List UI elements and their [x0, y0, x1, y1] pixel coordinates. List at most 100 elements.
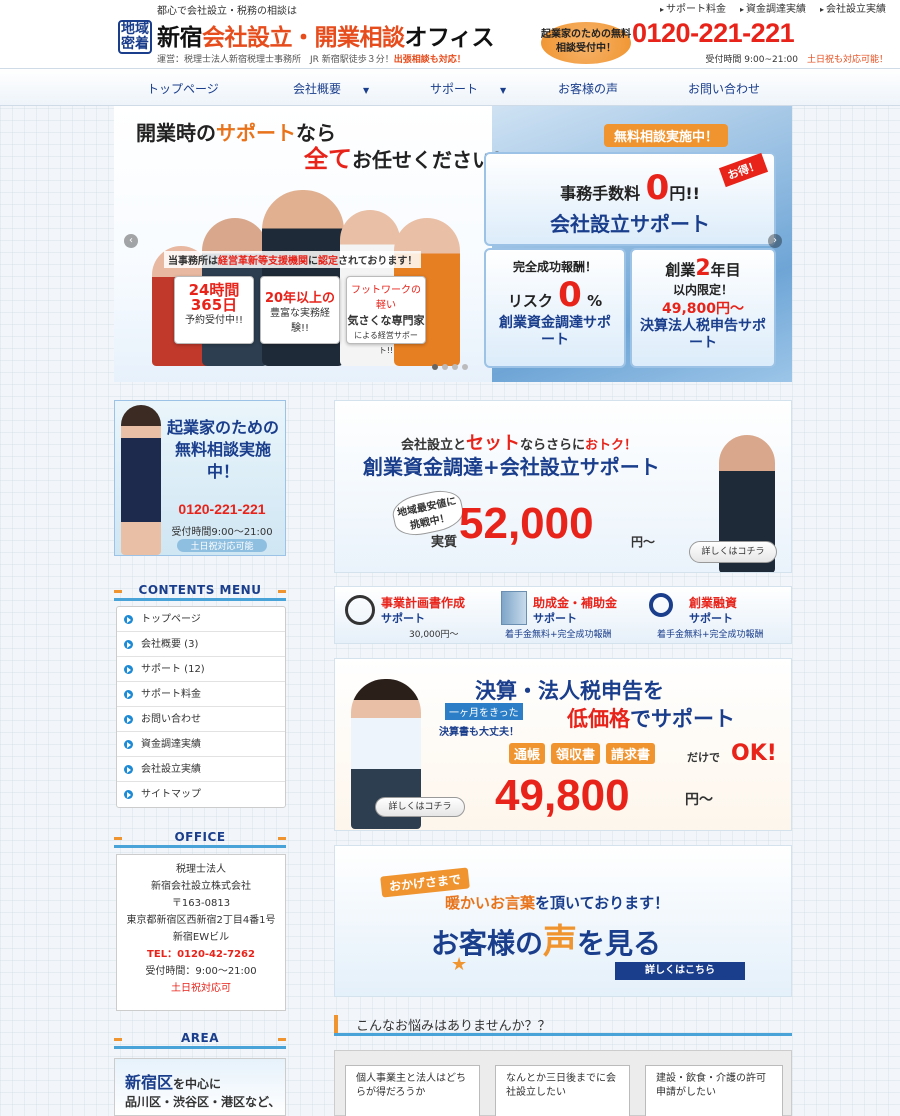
nav-voices[interactable]: お客様の声: [558, 80, 618, 97]
risk-unit: %: [587, 292, 603, 310]
area-text: を中心に: [173, 1077, 222, 1091]
risk-value: 0: [558, 275, 582, 315]
hero-headline-text: 開業時の: [136, 121, 216, 145]
banner1-price: 52,000: [459, 499, 594, 548]
banner1-real: 実質: [431, 535, 458, 550]
area-line: 新宿区を中心に: [125, 1069, 285, 1093]
tax-support-label: 決算法人税申告サポート: [640, 318, 766, 351]
woman-photo: [121, 405, 161, 555]
menu-item-funding[interactable]: 資金調達実績: [117, 732, 285, 757]
top-link-funding[interactable]: 資金調達実績: [740, 0, 806, 15]
service-title[interactable]: 事業計画書作成: [381, 594, 465, 611]
menu-item-contact[interactable]: お問い合わせ: [117, 707, 285, 732]
site-title-part: オフィス: [404, 25, 495, 51]
doc-tag: 通帳: [509, 743, 546, 764]
voices-line: 暖かいお言葉を頂いております！: [445, 892, 669, 913]
hero-headline-accent: サポート: [216, 121, 296, 145]
menu-item-sitemap[interactable]: サイトマップ: [117, 782, 285, 807]
feature-card-24h: 24時間 365日 予約受付中!!: [174, 276, 254, 344]
card-line: 予約受付中!!: [184, 315, 244, 326]
sidebar-consult-banner[interactable]: 起業家のための無料相談実施中！ 0120-221-221 受付時間9:00〜21…: [114, 400, 286, 556]
consult-bubble: 起業家のための無料相談受付中！: [541, 22, 631, 64]
header-hours: 受付時間 9:00~21:00 土日祝も対応可能！: [705, 52, 888, 65]
service-title[interactable]: 助成金・補助金: [533, 594, 617, 611]
office-box: 税理士法人 新宿会社設立株式会社 〒163-0813 東京都新宿区西新宿2丁目4…: [116, 854, 286, 1011]
voices-banner[interactable]: おかげさまで 暖かいお言葉を頂いております！ お客様の声を見る ★ 詳しくはこち…: [334, 845, 792, 997]
hero-headline-line2: 全てお任せください！: [136, 145, 512, 173]
area-highlight: 新宿区: [125, 1073, 174, 1092]
cert-text: 当事務所は: [168, 256, 218, 267]
card-line: 20年以上の: [264, 291, 336, 306]
hero-headline: 開業時のサポートなら 全てお任せください！: [136, 120, 512, 173]
year-label: 年目: [710, 261, 741, 279]
worries-title: こんなお悩みはありませんか？？: [334, 1015, 792, 1035]
fee-value: 0: [645, 168, 670, 208]
menu-item-top[interactable]: トップページ: [117, 607, 285, 632]
star-icon: ★: [451, 954, 468, 975]
top-link-fees[interactable]: サポート料金: [660, 0, 726, 15]
menu-item-fees[interactable]: サポート料金: [117, 682, 285, 707]
fee-label: 事務手数料: [560, 184, 641, 203]
hero-slider[interactable]: 開業時のサポートなら 全てお任せください！ 当事務所は経営革新等支援機関に認定さ…: [114, 106, 792, 382]
slider-dot[interactable]: [452, 364, 458, 370]
tax-only: だけで: [687, 751, 720, 764]
local-badge: 地域密着: [118, 20, 152, 54]
tax-banner[interactable]: 決算・法人税申告を 低価格でサポート 一ヶ月をきった 決算書も大丈夫！ 通帳 領…: [334, 658, 792, 831]
tax-month2: 決算書も大丈夫！: [439, 727, 519, 738]
tax-detail-button[interactable]: 詳しくはコチラ: [375, 797, 465, 817]
worry-card[interactable]: なんとか三日後までに会社設立したい: [495, 1065, 630, 1116]
header-phone[interactable]: 0120-221-221: [632, 18, 795, 49]
card-line: 365日: [190, 296, 238, 314]
slider-dot[interactable]: [432, 364, 438, 370]
free-consult-tag: 無料相談実施中！: [604, 124, 729, 147]
menu-item-support[interactable]: サポート (12): [117, 657, 285, 682]
slider-dot[interactable]: [442, 364, 448, 370]
cert-text: に: [308, 256, 318, 267]
nav-support[interactable]: サポート ▼: [430, 80, 506, 97]
banner1-detail-button[interactable]: 詳しくはコチラ: [689, 541, 777, 563]
funding-set-banner[interactable]: 会社設立とセットならさらにおトク！ 創業資金調達+会社設立サポート 地域最安値に…: [334, 400, 792, 573]
risk-label: リスク: [507, 292, 553, 310]
service-sub: サポート: [533, 612, 577, 625]
year-value: 2: [695, 256, 711, 281]
certification-line: 当事務所は経営革新等支援機関に認定されております！: [164, 251, 422, 268]
building-icon: [501, 591, 527, 625]
services-banner: 事業計画書作成 サポート 30,000円〜 助成金・補助金 サポート 着手金無料…: [334, 586, 792, 644]
consult-banner-phone[interactable]: 0120-221-221: [157, 501, 287, 517]
stopwatch-icon: [345, 595, 375, 625]
menu-item-setup[interactable]: 会社設立実績: [117, 757, 285, 782]
top-link-setup[interactable]: 会社設立実績: [820, 0, 886, 15]
office-tel[interactable]: TEL：0120-42-7262: [117, 946, 285, 963]
voices-title-accent: 声: [543, 922, 578, 962]
nav-contact[interactable]: お問い合わせ: [688, 80, 760, 97]
consult-banner-title: 起業家のための無料相談実施中！: [166, 418, 279, 481]
worry-card[interactable]: 個人事業主と法人はどちらが得だろうか: [345, 1065, 480, 1116]
slider-next-icon[interactable]: ›: [768, 234, 782, 248]
worry-card[interactable]: 建設・飲食・介護の許可申請がしたい: [645, 1065, 783, 1116]
fund-support-label: 創業資金調達サポート: [499, 315, 611, 348]
menu-item-company[interactable]: 会社概要 (3): [117, 632, 285, 657]
nav-company-label: 会社概要: [293, 82, 342, 96]
voices-detail-button[interactable]: 詳しくはこちら: [615, 962, 745, 980]
divider: [334, 1033, 792, 1036]
voices-accent: 暖かいお言葉: [445, 894, 536, 912]
hero-headline-red: 全て: [304, 145, 352, 173]
nav-top[interactable]: トップページ: [147, 80, 219, 97]
site-title[interactable]: 新宿会社設立・開業相談オフィス: [157, 18, 495, 52]
setup-support-label: 会社設立サポート: [550, 212, 710, 236]
hours-text: 受付時間 9:00~21:00: [705, 55, 798, 65]
office-hours: 受付時間：9:00〜21:00: [145, 966, 257, 977]
office-line: 〒163-0813: [171, 898, 231, 909]
divider: [114, 598, 286, 601]
doc-tags: 通帳 領収書 請求書: [509, 743, 656, 764]
slider-prev-icon[interactable]: ‹: [124, 234, 138, 248]
office-line: 東京都新宿区西新宿2丁目4番1号: [126, 915, 276, 926]
service-price: 着手金無料+完全成功報酬: [505, 630, 612, 640]
consult-banner-hours: 受付時間9:00〜21:00: [171, 527, 273, 538]
nav-company[interactable]: 会社概要 ▼: [293, 80, 369, 97]
slider-dot[interactable]: [462, 364, 468, 370]
service-title[interactable]: 創業融資: [689, 594, 737, 611]
tax-title-accent: 低価格: [567, 707, 630, 731]
cert-text: されております！: [338, 256, 418, 267]
office-line: 新宿会社設立株式会社: [151, 881, 251, 892]
